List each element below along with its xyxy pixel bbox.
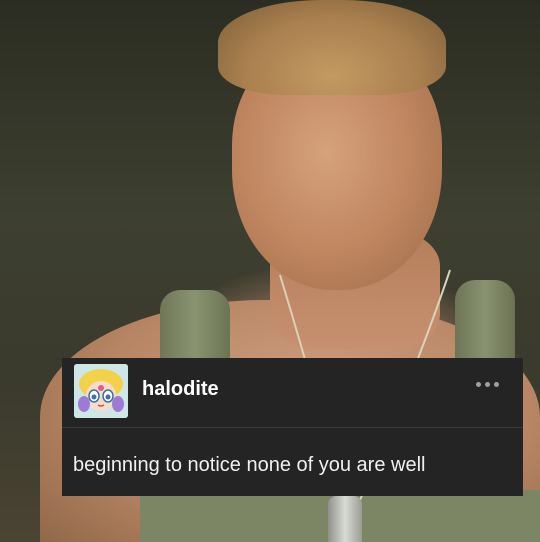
dot bbox=[494, 382, 499, 387]
dot bbox=[485, 382, 490, 387]
photo-dog-tag bbox=[328, 496, 362, 542]
post-text: beginning to notice none of you are well bbox=[73, 454, 426, 476]
username[interactable]: halodite bbox=[142, 378, 219, 401]
more-options-icon[interactable] bbox=[476, 382, 499, 387]
post-card: halodite beginning to notice none of you… bbox=[62, 358, 523, 496]
anime-avatar-icon[interactable] bbox=[74, 364, 128, 418]
post-header: halodite bbox=[62, 358, 523, 428]
dot bbox=[476, 382, 481, 387]
